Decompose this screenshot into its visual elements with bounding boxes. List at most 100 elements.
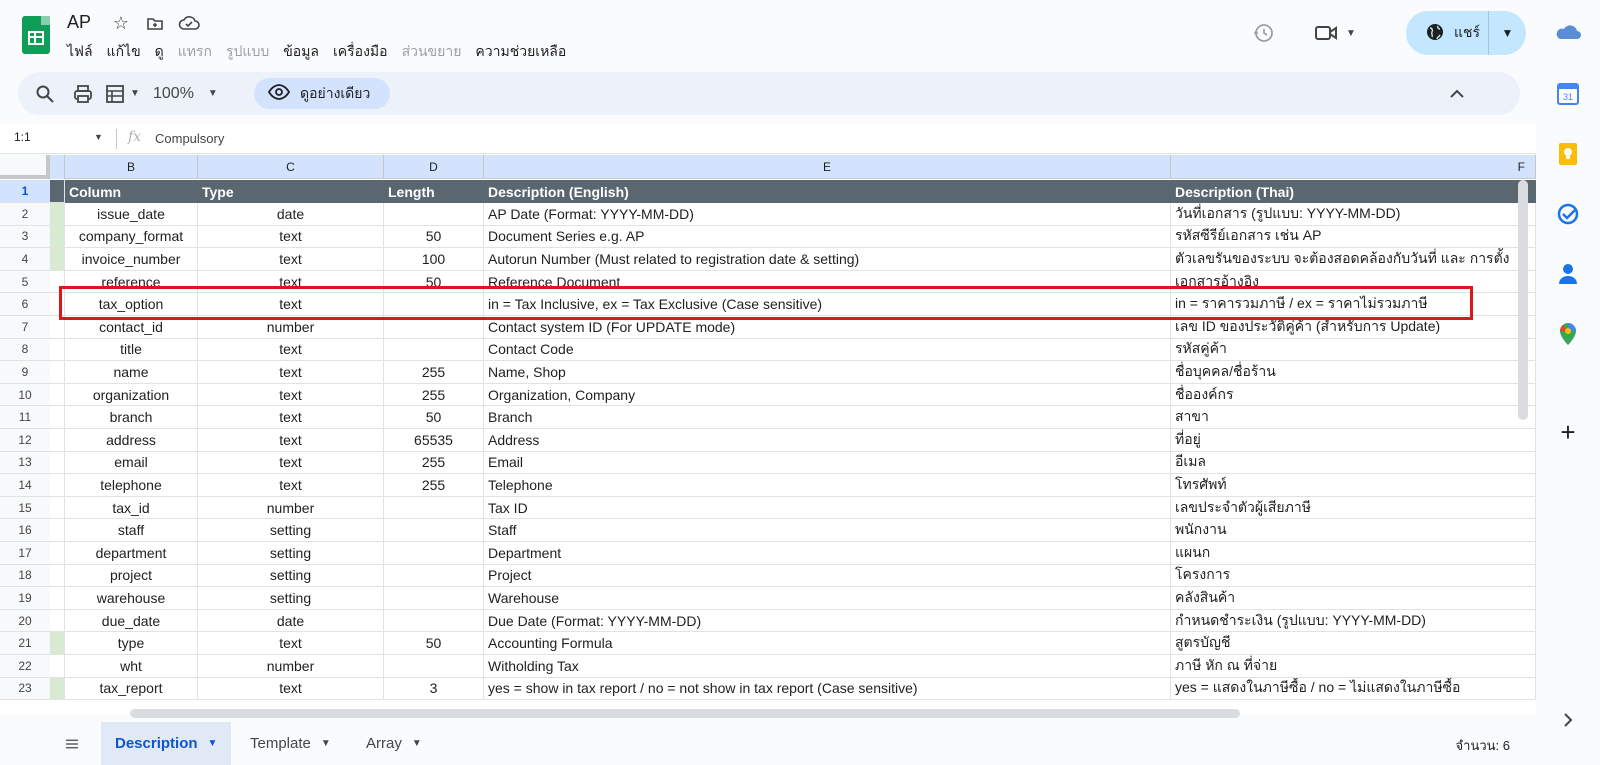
row-header[interactable]: 4	[0, 248, 50, 271]
cell-description-english[interactable]: Address	[484, 429, 1171, 452]
name-box[interactable]: 1:1	[14, 130, 31, 144]
row-header[interactable]: 14	[0, 474, 50, 497]
column-header-b[interactable]: B	[65, 155, 198, 179]
share-options-button[interactable]: ▼	[1489, 11, 1526, 55]
cell-type[interactable]: text	[198, 248, 384, 271]
caret-down-icon[interactable]: ▼	[94, 132, 103, 142]
header-length[interactable]: Length	[384, 180, 484, 203]
select-view-icon[interactable]: ▼	[106, 72, 140, 115]
row-header[interactable]: 10	[0, 383, 50, 407]
contacts-icon[interactable]	[1556, 262, 1580, 286]
cell-description-thai[interactable]: ชื่อบุคคล/ชื่อร้าน	[1171, 361, 1536, 384]
formula-input[interactable]: Compulsory	[155, 131, 224, 146]
row-header[interactable]: 13	[0, 451, 50, 475]
cell-length[interactable]: 100	[384, 248, 484, 271]
cell-type[interactable]: date	[198, 203, 384, 226]
selection-count[interactable]: จำนวน: 6	[1456, 735, 1510, 756]
horizontal-scrollbar[interactable]	[130, 709, 1240, 718]
cell-length[interactable]: 50	[384, 225, 484, 249]
sheet-tab-template[interactable]: Template ▼	[236, 722, 345, 765]
cell-description-thai[interactable]: รหัสซีรีย์เอกสาร เช่น AP	[1171, 225, 1536, 249]
row-header-1[interactable]: 1	[0, 180, 50, 203]
cell-description-thai[interactable]: พนักงาน	[1171, 519, 1536, 542]
cell-description-english[interactable]: Staff	[484, 519, 1171, 542]
vertical-scrollbar[interactable]	[1518, 180, 1528, 420]
cell-column-name[interactable]: wht	[65, 655, 198, 678]
row-header[interactable]: 11	[0, 406, 50, 429]
header-type[interactable]: Type	[198, 180, 384, 203]
header-description-thai[interactable]: Description (Thai)	[1171, 180, 1536, 203]
cell-description-thai[interactable]: รหัสคู่ค้า	[1171, 338, 1536, 362]
cell-column-name[interactable]: telephone	[65, 474, 198, 497]
row-header[interactable]: 21	[0, 632, 50, 655]
cell-description-thai[interactable]: ที่อยู่	[1171, 429, 1536, 452]
cell-description-thai[interactable]: ชื่อองค์กร	[1171, 383, 1536, 407]
sheets-logo-icon[interactable]	[22, 16, 50, 54]
cell-column-name[interactable]: address	[65, 429, 198, 452]
select-all-corner[interactable]	[0, 155, 50, 179]
cell-length[interactable]: 50	[384, 632, 484, 655]
cell-column-name[interactable]: tax_report	[65, 677, 198, 701]
sheet-grid[interactable]: B C D E F 1 Column Type Length Descripti…	[0, 155, 1536, 715]
cell-type[interactable]: text	[198, 338, 384, 362]
cell-column-name[interactable]: warehouse	[65, 587, 198, 610]
row-header[interactable]: 23	[0, 677, 50, 701]
tasks-icon[interactable]	[1556, 202, 1580, 226]
row-header[interactable]: 9	[0, 361, 50, 384]
collapse-toolbar-icon[interactable]	[1450, 72, 1464, 115]
row-header[interactable]: 20	[0, 609, 50, 633]
star-icon[interactable]: ☆	[110, 12, 132, 34]
cell-description-english[interactable]: Project	[484, 564, 1171, 588]
cell-column-name[interactable]: name	[65, 361, 198, 384]
cell-description-english[interactable]: AP Date (Format: YYYY-MM-DD)	[484, 203, 1171, 226]
cell-length[interactable]: 255	[384, 361, 484, 384]
cell-column-name[interactable]: branch	[65, 406, 198, 429]
cell-type[interactable]: text	[198, 406, 384, 429]
row-header[interactable]: 15	[0, 496, 50, 520]
cell-description-english[interactable]: Email	[484, 451, 1171, 475]
version-history-icon[interactable]	[1248, 18, 1278, 48]
row-header[interactable]: 12	[0, 429, 50, 452]
cell-type[interactable]: date	[198, 609, 384, 633]
menu-extensions[interactable]: ส่วนขยาย	[402, 41, 462, 63]
cell-column-name[interactable]: department	[65, 542, 198, 565]
cell-column-name[interactable]: staff	[65, 519, 198, 542]
keep-icon[interactable]	[1556, 142, 1580, 166]
cell-type[interactable]: number	[198, 655, 384, 678]
cell-description-thai[interactable]: โทรศัพท์	[1171, 474, 1536, 497]
row-header[interactable]: 18	[0, 564, 50, 588]
calendar-icon[interactable]: 31	[1556, 82, 1580, 106]
cell-column-name[interactable]: invoice_number	[65, 248, 198, 271]
cell-description-english[interactable]: Name, Shop	[484, 361, 1171, 384]
cell-length[interactable]: 3	[384, 677, 484, 701]
cell-type[interactable]: text	[198, 677, 384, 701]
menu-file[interactable]: ไฟล์	[67, 41, 93, 63]
cell-column-name[interactable]: issue_date	[65, 203, 198, 226]
move-to-folder-icon[interactable]	[144, 12, 166, 34]
cell-description-thai[interactable]: สูตรบัญชี	[1171, 632, 1536, 655]
cell-description-english[interactable]: Accounting Formula	[484, 632, 1171, 655]
cell-description-english[interactable]: Warehouse	[484, 587, 1171, 610]
document-title[interactable]: AP	[67, 12, 91, 33]
cell-description-thai[interactable]: วันที่เอกสาร (รูปแบบ: YYYY-MM-DD)	[1171, 203, 1536, 226]
cell-length[interactable]: 255	[384, 451, 484, 475]
cell-column-name[interactable]: type	[65, 632, 198, 655]
add-addon-icon[interactable]: +	[1556, 417, 1580, 447]
cell-description-english[interactable]: Autorun Number (Must related to registra…	[484, 248, 1171, 271]
cell-description-english[interactable]: yes = show in tax report / no = not show…	[484, 677, 1171, 701]
cell-type[interactable]: number	[198, 496, 384, 520]
search-menus-icon[interactable]	[36, 72, 54, 115]
cell-type[interactable]: text	[198, 474, 384, 497]
row-header[interactable]: 2	[0, 203, 50, 226]
cell-description-english[interactable]: Branch	[484, 406, 1171, 429]
cell-description-thai[interactable]: โครงการ	[1171, 564, 1536, 588]
cell-column-name[interactable]: project	[65, 564, 198, 588]
sheet-tab-description[interactable]: Description ▼	[101, 722, 232, 765]
row-header[interactable]: 17	[0, 542, 50, 565]
cell-description-thai[interactable]: กำหนดชำระเงิน (รูปแบบ: YYYY-MM-DD)	[1171, 609, 1536, 633]
cell-type[interactable]: text	[198, 451, 384, 475]
sheet-tab-array[interactable]: Array ▼	[352, 722, 436, 765]
cell-length[interactable]	[384, 609, 484, 633]
cell-column-name[interactable]: due_date	[65, 609, 198, 633]
cell-column-name[interactable]: organization	[65, 383, 198, 407]
